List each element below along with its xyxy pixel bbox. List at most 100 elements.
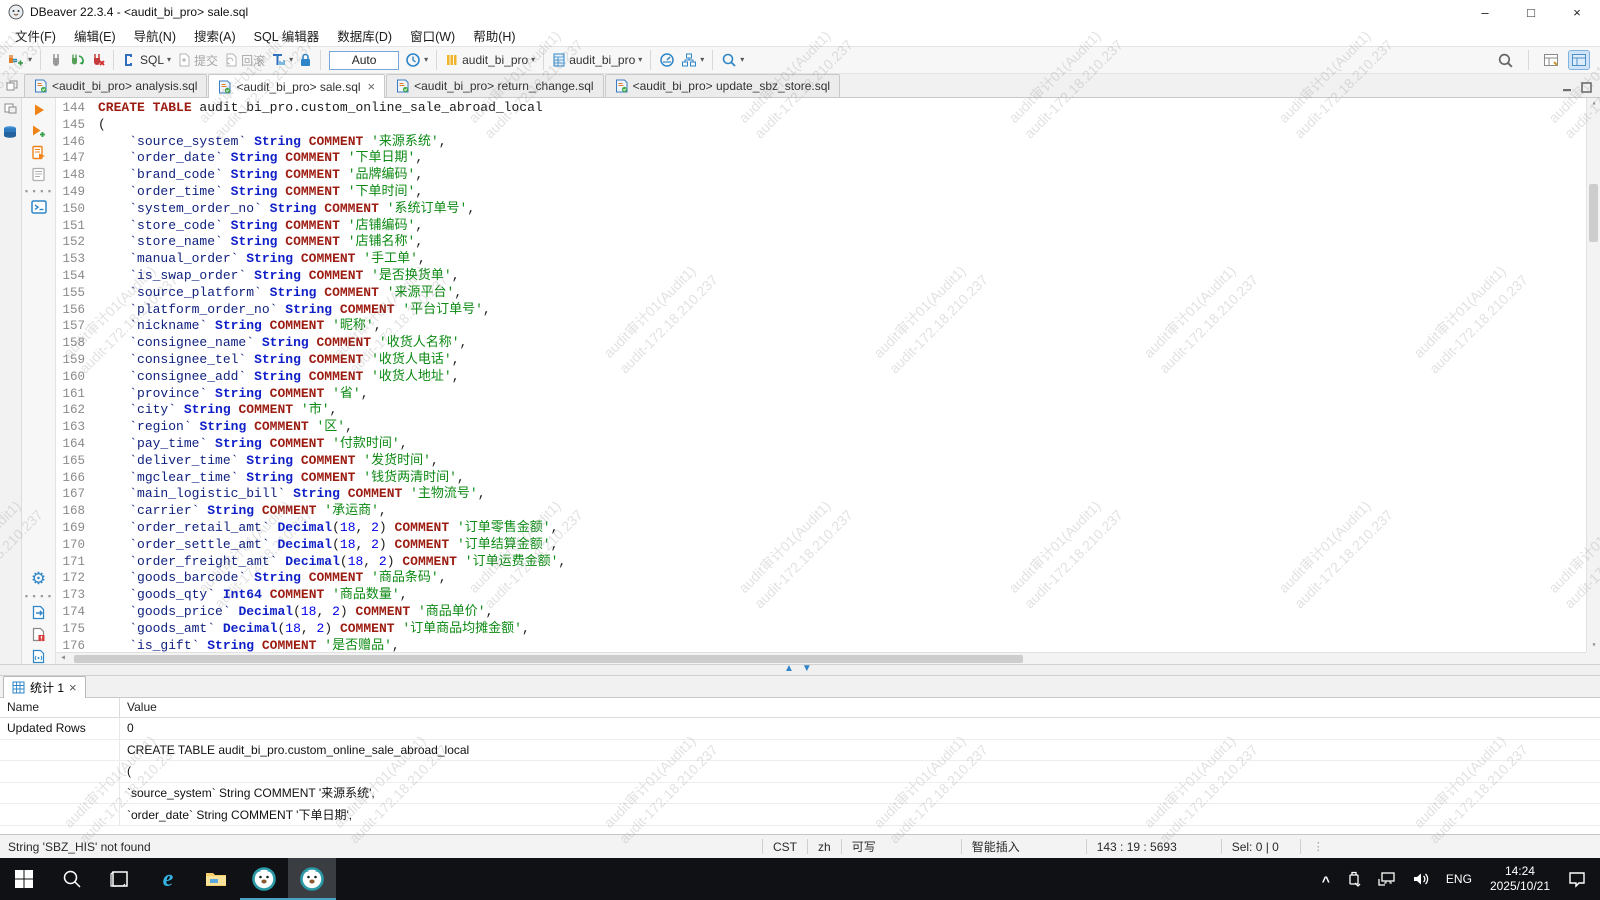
code-line[interactable]: 156 `platform_order_no` String COMMENT '… — [56, 302, 1586, 319]
code-line[interactable]: 162 `city` String COMMENT '市', — [56, 402, 1586, 419]
task-view-icon[interactable] — [96, 858, 144, 900]
execute-statement-button[interactable] — [32, 103, 46, 117]
input-language-indicator[interactable]: ENG — [1440, 858, 1478, 900]
dashboard-button[interactable] — [656, 50, 678, 70]
status-overflow-icon[interactable]: ⋮ — [1313, 840, 1324, 853]
code-line[interactable]: 146 `source_system` String COMMENT '来源系统… — [56, 134, 1586, 151]
internet-explorer-icon[interactable]: e — [144, 858, 192, 900]
code-line[interactable]: 147 `order_date` String COMMENT '下单日期', — [56, 150, 1586, 167]
database-select[interactable]: audit_bi_pro ▾ — [442, 50, 538, 70]
menu-item[interactable]: 窗口(W) — [401, 24, 464, 47]
fold-panel-icon[interactable] — [4, 102, 17, 115]
export-result-icon[interactable] — [31, 605, 46, 620]
column-header-value[interactable]: Value — [120, 698, 1600, 717]
database-navigator-icon[interactable] — [2, 125, 19, 140]
start-button[interactable] — [0, 858, 48, 900]
code-line[interactable]: 144CREATE TABLE audit_bi_pro.custom_onli… — [56, 100, 1586, 117]
sash-up-icon[interactable]: ▲ — [784, 663, 794, 674]
table-row[interactable]: CREATE TABLE audit_bi_pro.custom_online_… — [0, 740, 1600, 762]
restore-panel-icon[interactable] — [0, 74, 24, 97]
status-selection[interactable]: Sel: 0 | 0 — [1221, 839, 1301, 854]
menu-item[interactable]: 导航(N) — [125, 24, 185, 47]
connect-button[interactable] — [46, 50, 66, 70]
scroll-up-icon[interactable]: ▴ — [1587, 98, 1600, 110]
code-line[interactable]: 148 `brand_code` String COMMENT '品牌编码', — [56, 167, 1586, 184]
lock-icon[interactable] — [296, 50, 315, 70]
code-line[interactable]: 170 `order_settle_amt` Decimal(18, 2) CO… — [56, 537, 1586, 554]
action-center-icon[interactable] — [1562, 858, 1592, 900]
editor-tab[interactable]: <audit_bi_pro> update_sbz_store.sql — [605, 74, 840, 97]
tray-expand-icon[interactable]: ^ — [1316, 860, 1336, 900]
column-header-name[interactable]: Name — [0, 698, 120, 717]
code-line[interactable]: 149 `order_time` String COMMENT '下单时间', — [56, 184, 1586, 201]
sql-editor-button[interactable]: SQL ▾ — [119, 50, 174, 70]
table-row[interactable]: `source_system` String COMMENT '来源系统', — [0, 783, 1600, 805]
execute-script-button[interactable] — [31, 145, 46, 160]
menu-item[interactable]: 文件(F) — [6, 24, 65, 47]
table-row[interactable]: `order_date` String COMMENT '下单日期', — [0, 804, 1600, 826]
status-timezone[interactable]: CST — [762, 839, 807, 854]
code-line[interactable]: 169 `order_retail_amt` Decimal(18, 2) CO… — [56, 520, 1586, 537]
code-line[interactable]: 161 `province` String COMMENT '省', — [56, 386, 1586, 403]
status-insert-mode[interactable]: 智能插入 — [961, 839, 1086, 854]
vertical-scroll-thumb[interactable] — [1589, 184, 1598, 242]
menu-item[interactable]: SQL 编辑器 — [245, 24, 329, 47]
sql-terminal-button[interactable] — [31, 200, 47, 214]
minimize-view-icon[interactable] — [1562, 82, 1573, 93]
validate-script-icon[interactable] — [31, 627, 46, 642]
close-icon[interactable]: × — [368, 79, 376, 94]
horizontal-scroll-thumb[interactable] — [74, 655, 1023, 663]
menu-item[interactable]: 编辑(E) — [65, 24, 125, 47]
commit-mode-select[interactable]: Auto — [329, 51, 399, 70]
script-variables-icon[interactable] — [31, 649, 46, 664]
reconnect-button[interactable] — [66, 50, 88, 70]
status-caret-position[interactable]: 143 : 19 : 5693 — [1086, 839, 1221, 854]
minimize-button[interactable]: – — [1462, 0, 1508, 24]
dbeaver-perspective-button[interactable] — [1568, 50, 1590, 70]
code-line[interactable]: 153 `manual_order` String COMMENT '手工单', — [56, 251, 1586, 268]
editor-tab[interactable]: <audit_bi_pro> sale.sql× — [208, 74, 385, 98]
execute-in-new-tab-button[interactable] — [31, 124, 46, 138]
code-line[interactable]: 167 `main_logistic_bill` String COMMENT … — [56, 486, 1586, 503]
panel-sash[interactable]: ▲ ▼ — [0, 664, 1600, 676]
sash-down-icon[interactable]: ▼ — [802, 663, 812, 674]
menu-item[interactable]: 搜索(A) — [185, 24, 245, 47]
scroll-down-icon[interactable]: ▾ — [1587, 640, 1600, 652]
disconnect-button[interactable] — [88, 50, 108, 70]
status-language[interactable]: zh — [807, 839, 841, 854]
volume-tray-icon[interactable] — [1406, 858, 1436, 900]
explain-plan-button[interactable]: ▾ — [678, 50, 707, 70]
code-line[interactable]: 160 `consignee_add` String COMMENT '收货人地… — [56, 369, 1586, 386]
code-line[interactable]: 158 `consignee_name` String COMMENT '收货人… — [56, 335, 1586, 352]
rollback-button[interactable]: 回滚 — [221, 50, 268, 71]
code-line[interactable]: 174 `goods_price` Decimal(18, 2) COMMENT… — [56, 604, 1586, 621]
editor-horizontal-scrollbar[interactable]: ◂ — [56, 652, 1586, 664]
editor-vertical-scrollbar[interactable]: ▴ ▾ — [1586, 98, 1600, 652]
taskbar-clock[interactable]: 14:24 2025/10/21 — [1482, 864, 1558, 894]
menu-item[interactable]: 帮助(H) — [464, 24, 524, 47]
table-row[interactable]: Updated Rows0 — [0, 718, 1600, 740]
transaction-timeout-button[interactable]: ▾ — [402, 50, 431, 70]
code-line[interactable]: 165 `deliver_time` String COMMENT '发货时间'… — [56, 453, 1586, 470]
maximize-button[interactable]: □ — [1508, 0, 1554, 24]
code-line[interactable]: 155 `source_platform` String COMMENT '来源… — [56, 285, 1586, 302]
code-line[interactable]: 150 `system_order_no` String COMMENT '系统… — [56, 201, 1586, 218]
maximize-view-icon[interactable] — [1581, 82, 1592, 93]
file-explorer-icon[interactable] — [192, 858, 240, 900]
code-line[interactable]: 157 `nickname` String COMMENT '昵称', — [56, 318, 1586, 335]
code-line[interactable]: 152 `store_name` String COMMENT '店铺名称', — [56, 234, 1586, 251]
code-line[interactable]: 154 `is_swap_order` String COMMENT '是否换货… — [56, 268, 1586, 285]
search-button[interactable]: ▾ — [718, 50, 747, 70]
code-line[interactable]: 164 `pay_time` String COMMENT '付款时间', — [56, 436, 1586, 453]
taskbar-search-icon[interactable] — [48, 858, 96, 900]
close-button[interactable]: × — [1554, 0, 1600, 24]
dbeaver-taskbar-icon-active[interactable] — [288, 858, 336, 900]
code-line[interactable]: 173 `goods_qty` Int64 COMMENT '商品数量', — [56, 587, 1586, 604]
sql-editor[interactable]: 144CREATE TABLE audit_bi_pro.custom_onli… — [56, 98, 1600, 664]
code-line[interactable]: 176 `is_gift` String COMMENT '是否赠品', — [56, 638, 1586, 653]
code-line[interactable]: 172 `goods_barcode` String COMMENT '商品条码… — [56, 570, 1586, 587]
code-line[interactable]: 159 `consignee_tel` String COMMENT '收货人电… — [56, 352, 1586, 369]
editor-tab[interactable]: <audit_bi_pro> return_change.sql — [386, 74, 603, 97]
schema-select[interactable]: audit_bi_pro ▾ — [549, 50, 645, 70]
code-line[interactable]: 166 `mgclear_time` String COMMENT '钱货两清时… — [56, 470, 1586, 487]
